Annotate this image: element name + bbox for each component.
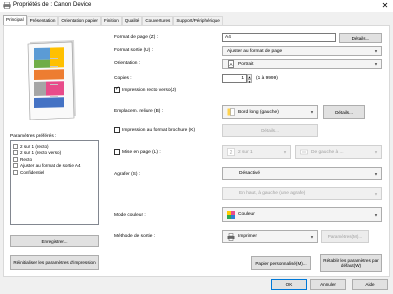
tab-principal[interactable]: Principal xyxy=(3,15,27,25)
staple-position-select[interactable]: En haut, à gauche (une agrafe) ▼ xyxy=(222,187,382,200)
document-icon xyxy=(13,143,18,149)
tab-strip: Principal Présentation Orientation papie… xyxy=(3,15,223,25)
duplex-label: Impression recto verso(J) xyxy=(122,88,177,93)
duplex-checkbox[interactable] xyxy=(114,86,120,93)
color-palette-icon xyxy=(227,210,235,219)
tab-presentation[interactable]: Présentation xyxy=(26,16,59,25)
color-mode-select[interactable]: Couleur ▼ xyxy=(222,207,382,222)
copies-label: Copies : xyxy=(114,76,132,81)
portrait-page-icon: A xyxy=(228,60,234,68)
save-button[interactable]: Enregistrer... xyxy=(10,235,99,247)
favorites-label: Paramètres préférés : xyxy=(10,134,57,139)
orientation-label: Orientation : xyxy=(114,61,141,66)
help-button[interactable]: Aide xyxy=(352,279,388,290)
booklet-label: Impression au format brochure (K) xyxy=(122,128,196,133)
booklet-details-button[interactable]: Détails... xyxy=(222,124,318,137)
chevron-down-icon: ▼ xyxy=(283,149,287,155)
copies-input[interactable]: 1 xyxy=(222,74,247,83)
staple-select[interactable]: Désactivé ▼ xyxy=(222,167,382,180)
output-method-select[interactable]: Imprimer ▼ xyxy=(222,230,318,243)
restore-defaults-button[interactable]: Rétablir les paramètres par défaut(W) xyxy=(320,254,382,272)
svg-text:A: A xyxy=(229,62,232,67)
page-size-label: Format de page (Z) : xyxy=(114,35,158,40)
layout-label: Mise en page (L) : xyxy=(122,150,161,155)
binding-location-label: Emplacem. reliure (B) : xyxy=(114,109,164,114)
custom-paper-button[interactable]: Papier personnalisé(M)... xyxy=(251,256,311,270)
page-size-details-button[interactable]: Détails... xyxy=(339,33,382,43)
output-method-label: Méthode de sortie : xyxy=(114,234,156,239)
chevron-down-icon: ▼ xyxy=(374,191,378,196)
chevron-down-icon: ▼ xyxy=(374,149,378,155)
chevron-down-icon: ▼ xyxy=(310,109,314,115)
chevron-down-icon: ▼ xyxy=(374,171,378,176)
document-icon xyxy=(13,150,18,155)
cancel-button[interactable]: Annuler xyxy=(310,279,346,290)
orientation-select[interactable]: A Portrait ▼ xyxy=(222,59,382,69)
chevron-down-icon: ▼ xyxy=(374,48,378,54)
tab-finishing[interactable]: Finition xyxy=(100,16,122,25)
booklet-checkbox[interactable] xyxy=(114,127,120,133)
document-icon xyxy=(13,163,18,168)
document-icon xyxy=(13,169,18,175)
list-item[interactable]: Recto xyxy=(13,156,32,162)
binding-details-button[interactable]: Détails... xyxy=(323,105,365,119)
copies-range-text: (1 à 9999) xyxy=(256,76,278,81)
output-size-label: Format sortie (U) : xyxy=(114,48,153,53)
printer-icon xyxy=(3,2,11,9)
staple-label: Agrafer (S) : xyxy=(114,172,141,177)
page-preview-image xyxy=(27,40,76,120)
output-size-select[interactable]: Ajuster au format de page ▼ xyxy=(222,46,382,56)
page-order-icon xyxy=(300,149,308,155)
copies-decrement-icon[interactable]: ▼ xyxy=(247,78,252,83)
tab-quality[interactable]: Qualité xyxy=(121,16,143,25)
binding-location-select[interactable]: Bord long (gauche) ▼ xyxy=(222,105,318,119)
ok-button[interactable]: OK xyxy=(271,279,307,290)
layout-order-select[interactable]: De gauche à ... ▼ xyxy=(295,145,382,159)
color-mode-label: Mode couleur : xyxy=(114,213,146,218)
window-title: Propriétés de : Canon Device xyxy=(13,2,92,8)
svg-text:2: 2 xyxy=(230,150,233,156)
chevron-down-icon: ▼ xyxy=(374,212,378,217)
list-item[interactable]: 2 sur 1 (recto) xyxy=(13,143,49,149)
tab-paper-orientation[interactable]: Orientation papier xyxy=(58,16,101,25)
list-item[interactable]: Confidentiel xyxy=(13,169,44,175)
chevron-down-icon: ▼ xyxy=(310,234,314,239)
two-up-page-icon: 2 xyxy=(227,148,235,156)
chevron-down-icon: ▼ xyxy=(374,61,378,67)
tab-media-device[interactable]: Support/Périphérique xyxy=(173,16,223,25)
document-icon xyxy=(13,156,18,162)
tab-covers[interactable]: Couvertures xyxy=(142,16,174,25)
layout-select[interactable]: 2 2 sur 1 ▼ xyxy=(222,145,291,159)
favorites-list[interactable]: 2 sur 1 (recto) 2 sur 1 (recto verso) Re… xyxy=(10,140,99,225)
list-item[interactable]: 2 sur 1 (recto verso) xyxy=(13,150,61,156)
page-size-field[interactable]: A4 xyxy=(222,33,336,42)
layout-checkbox[interactable] xyxy=(114,149,120,155)
close-icon[interactable]: ✕ xyxy=(379,0,391,11)
list-item[interactable]: Ajuster au format de sortie A4 xyxy=(13,163,81,169)
output-method-settings-button[interactable]: Paramètres(M)... xyxy=(321,230,369,243)
binding-edge-icon xyxy=(227,108,235,116)
reset-print-settings-button[interactable]: Réinitialiser les paramètres d'impressio… xyxy=(10,255,99,270)
printer-icon xyxy=(227,232,235,241)
